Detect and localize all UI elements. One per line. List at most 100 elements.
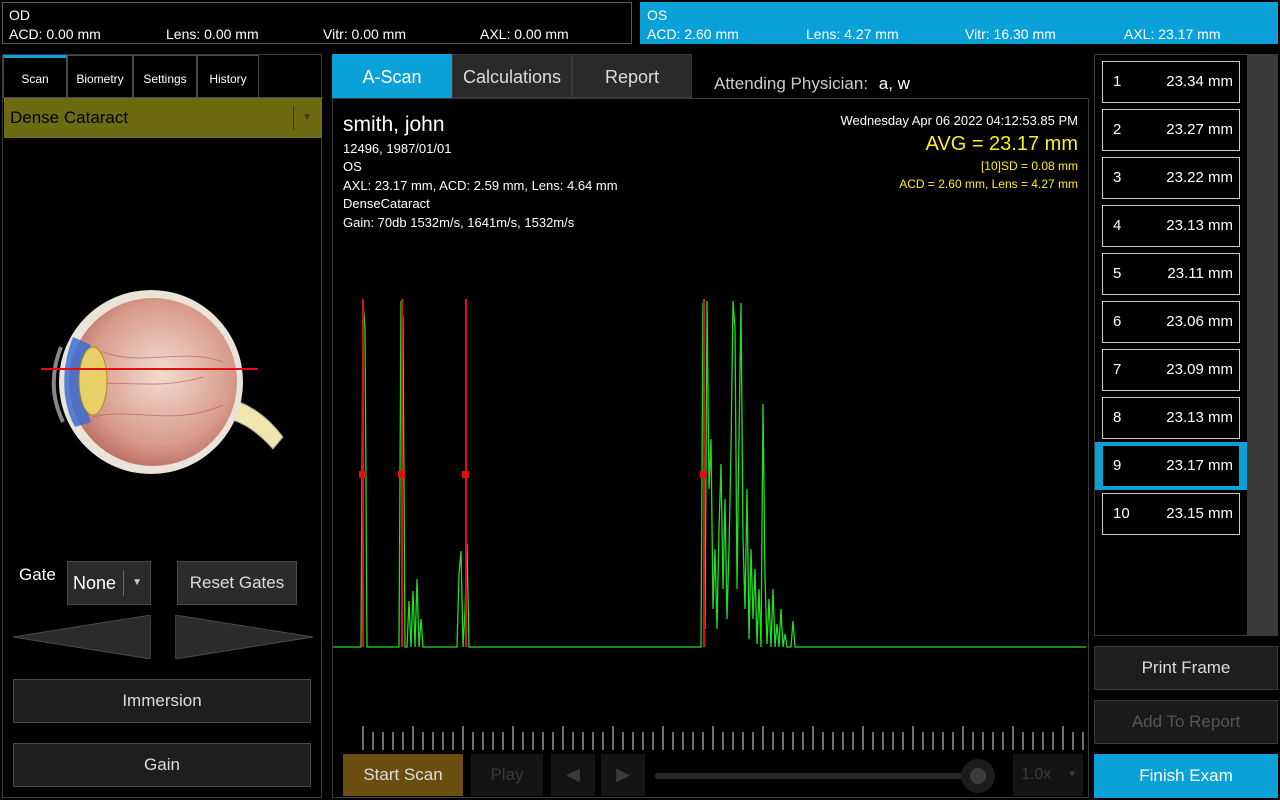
- tab-calculations[interactable]: Calculations: [452, 54, 572, 98]
- measurement-index: 4: [1113, 217, 1122, 234]
- os-axl: AXL: 23.17 mm: [1124, 26, 1221, 42]
- gate-markers: [359, 299, 707, 647]
- patient-id-dob: 12496, 1987/01/01: [343, 141, 452, 156]
- measurement-value: 23.34 mm: [1166, 73, 1233, 90]
- measurement-row[interactable]: 5 23.11 mm: [1102, 253, 1240, 295]
- measurement-index: 5: [1113, 265, 1122, 282]
- measurement-value: 23.22 mm: [1166, 169, 1233, 186]
- step-forward-icon[interactable]: ▶: [601, 754, 645, 796]
- immersion-button[interactable]: Immersion: [13, 679, 311, 723]
- measurement-index: 8: [1113, 409, 1122, 426]
- attending-physician: Attending Physician: a, w: [714, 74, 910, 94]
- measurement-row[interactable]: 9 23.17 mm: [1102, 445, 1240, 487]
- gate-dropdown[interactable]: None ▼: [67, 561, 151, 605]
- measurement-value: 23.09 mm: [1166, 361, 1233, 378]
- gain-button[interactable]: Gain: [13, 743, 311, 787]
- measurement-row[interactable]: 10 23.15 mm: [1102, 493, 1240, 535]
- os-lens: Lens: 4.27 mm: [806, 26, 899, 42]
- os-vitr: Vitr: 16.30 mm: [965, 26, 1056, 42]
- eye-anatomy-image: [41, 290, 284, 474]
- mode-select-value: Dense Cataract: [10, 108, 129, 127]
- measurement-row[interactable]: 2 23.27 mm: [1102, 109, 1240, 151]
- step-back-icon[interactable]: ◀: [551, 754, 595, 796]
- patient-gain: Gain: 70db 1532m/s, 1641m/s, 1532m/s: [343, 215, 575, 230]
- measurement-value: 23.06 mm: [1166, 313, 1233, 330]
- scan-datetime: Wednesday Apr 06 2022 04:12:53.85 PM: [840, 113, 1078, 128]
- dropdown-separator: [293, 106, 294, 130]
- measurement-value: 23.11 mm: [1167, 265, 1233, 282]
- move-left-arrow-icon[interactable]: [13, 615, 151, 659]
- tab-report[interactable]: Report: [572, 54, 692, 98]
- print-frame-button[interactable]: Print Frame: [1094, 646, 1278, 690]
- move-right-arrow-icon[interactable]: [175, 615, 313, 659]
- od-axl: AXL: 0.00 mm: [480, 26, 569, 42]
- tab-scan[interactable]: Scan: [3, 55, 67, 97]
- cataract-mode-dropdown[interactable]: Dense Cataract ▼: [4, 98, 322, 138]
- patient-name: smith, john: [343, 113, 445, 136]
- chevron-down-icon: ▼: [1067, 769, 1077, 780]
- patient-measurements: AXL: 23.17 mm, ACD: 2.59 mm, Lens: 4.64 …: [343, 178, 618, 193]
- playback-speed-dropdown[interactable]: 1.0x ▼: [1013, 754, 1083, 796]
- measurement-row[interactable]: 7 23.09 mm: [1102, 349, 1240, 391]
- avg-axial-length: AVG = 23.17 mm: [925, 133, 1078, 155]
- os-label: OS: [647, 7, 668, 23]
- measurement-index: 7: [1113, 361, 1122, 378]
- measurement-index: 3: [1113, 169, 1122, 186]
- physician-value: a, w: [878, 74, 910, 93]
- finish-exam-button[interactable]: Finish Exam: [1094, 754, 1278, 798]
- acd-lens-summary: ACD = 2.60 mm, Lens = 4.27 mm: [899, 177, 1078, 191]
- tab-biometry[interactable]: Biometry: [67, 55, 133, 97]
- measurement-row[interactable]: 3 23.22 mm: [1102, 157, 1240, 199]
- measurement-index: 6: [1113, 313, 1122, 330]
- measurement-value: 23.17 mm: [1166, 457, 1233, 474]
- gate-value: None: [73, 573, 117, 593]
- measurement-list: 1 23.34 mm 2 23.27 mm 3 23.22 mm 4 23.13 mm 5 23.…: [1094, 54, 1278, 636]
- patient-mode: DenseCataract: [343, 196, 430, 211]
- gate-handle[interactable]: [700, 471, 707, 478]
- gate-handle[interactable]: [398, 471, 405, 478]
- playback-slider-thumb[interactable]: [961, 759, 995, 793]
- gate-label: Gate: [19, 565, 56, 584]
- play-button[interactable]: Play: [471, 754, 543, 796]
- measurement-value: 23.13 mm: [1166, 409, 1233, 426]
- add-to-report-button[interactable]: Add To Report: [1094, 700, 1278, 744]
- measurement-value: 23.13 mm: [1166, 217, 1233, 234]
- measurement-scrollbar[interactable]: [1247, 55, 1277, 635]
- measurement-value: 23.27 mm: [1166, 121, 1233, 138]
- patient-eye: OS: [343, 159, 362, 174]
- playback-slider-track[interactable]: [655, 773, 975, 779]
- tab-history[interactable]: History: [197, 55, 259, 97]
- start-scan-button[interactable]: Start Scan: [343, 754, 463, 796]
- tab-a-scan[interactable]: A-Scan: [332, 54, 452, 98]
- measurement-index: 2: [1113, 121, 1122, 138]
- reset-gates-button[interactable]: Reset Gates: [177, 561, 297, 605]
- gate-handle[interactable]: [462, 471, 469, 478]
- measurement-index: 10: [1113, 505, 1130, 522]
- measurement-row[interactable]: 1 23.34 mm: [1102, 61, 1240, 103]
- tab-settings[interactable]: Settings: [133, 55, 197, 97]
- left-tab-bar: Scan Biometry Settings History: [3, 55, 323, 97]
- a-scan-waveform: [333, 299, 1086, 648]
- measurement-row[interactable]: 6 23.06 mm: [1102, 301, 1240, 343]
- od-vitr: Vitr: 0.00 mm: [323, 26, 406, 42]
- measurement-index: 1: [1113, 73, 1122, 90]
- os-acd: ACD: 2.60 mm: [647, 26, 739, 42]
- measurement-row[interactable]: 4 23.13 mm: [1102, 205, 1240, 247]
- gate-handle[interactable]: [359, 471, 366, 478]
- waveform-trace: [333, 300, 1086, 648]
- od-eye-bar[interactable]: OD ACD: 0.00 mm Lens: 0.00 mm Vitr: 0.00…: [2, 2, 632, 44]
- chevron-down-icon: ▼: [302, 112, 312, 123]
- dropdown-separator: [123, 570, 124, 596]
- speed-value: 1.0x: [1021, 766, 1052, 783]
- left-panel: Scan Biometry Settings History Dense Cat…: [2, 54, 323, 798]
- chevron-down-icon: ▼: [132, 577, 142, 588]
- od-acd: ACD: 0.00 mm: [9, 26, 101, 42]
- measurement-row[interactable]: 8 23.13 mm: [1102, 397, 1240, 439]
- measurement-index: 9: [1113, 457, 1122, 474]
- measurement-value: 23.15 mm: [1166, 505, 1233, 522]
- od-lens: Lens: 0.00 mm: [166, 26, 259, 42]
- os-eye-bar[interactable]: OS ACD: 2.60 mm Lens: 4.27 mm Vitr: 16.3…: [640, 2, 1278, 44]
- depth-ruler: [362, 726, 1084, 750]
- physician-label: Attending Physician:: [714, 74, 869, 93]
- standard-deviation: [10]SD = 0.08 mm: [980, 159, 1078, 173]
